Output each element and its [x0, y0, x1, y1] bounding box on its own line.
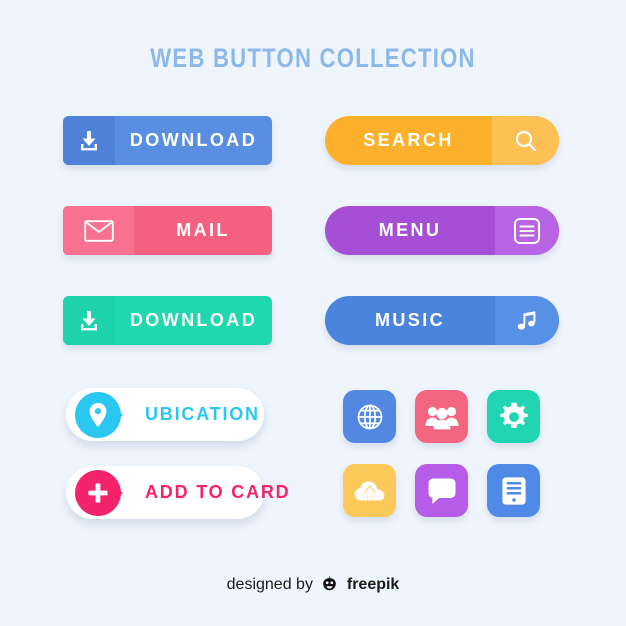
- footer-credit: designed by freepik: [0, 575, 626, 594]
- music-button[interactable]: MUSIC: [325, 296, 559, 345]
- globe-icon: [355, 402, 385, 432]
- envelope-icon-panel: [63, 206, 134, 255]
- download-green-label: DOWNLOAD: [129, 310, 258, 330]
- search-label: SEARCH: [363, 130, 454, 150]
- location-pin-icon: [88, 402, 108, 428]
- add-to-card-button[interactable]: ADD TO CARD: [66, 466, 289, 519]
- music-note-icon: [515, 309, 539, 333]
- users-tile[interactable]: [415, 390, 468, 443]
- music-icon-panel: [495, 296, 559, 345]
- gear-icon: [499, 402, 529, 432]
- add-badge: [75, 469, 123, 516]
- download-icon-panel-green: [63, 296, 115, 345]
- gear-tile[interactable]: [487, 390, 540, 443]
- cloud-upload-tile[interactable]: [343, 464, 396, 517]
- globe-tile[interactable]: [343, 390, 396, 443]
- users-group-icon: [425, 404, 459, 430]
- freepik-robot-icon: [321, 575, 338, 592]
- menu-icon-panel: [495, 206, 559, 255]
- location-badge: [75, 391, 123, 438]
- music-label: MUSIC: [375, 310, 445, 330]
- menu-label: MENU: [378, 220, 442, 240]
- chat-tile[interactable]: [415, 464, 468, 517]
- button-collection-page: WEB BUTTON COLLECTION DOWNLOAD SEARCH MA…: [0, 0, 626, 626]
- menu-button[interactable]: MENU: [325, 206, 559, 255]
- download-green-button[interactable]: DOWNLOAD: [63, 296, 272, 345]
- download-icon-panel: [63, 116, 115, 165]
- search-icon-panel: [492, 116, 559, 165]
- mail-label: MAIL: [176, 220, 230, 240]
- download-blue-button[interactable]: DOWNLOAD: [63, 116, 272, 165]
- plus-icon: [86, 481, 110, 505]
- server-icon: [501, 476, 527, 506]
- add-to-card-label: ADD TO CARD: [145, 482, 291, 502]
- ubication-label: UBICATION: [145, 404, 260, 424]
- freepik-brand-label: freepik: [346, 576, 400, 593]
- ubication-button[interactable]: UBICATION: [66, 388, 264, 441]
- server-tile[interactable]: [487, 464, 540, 517]
- chat-bubble-icon: [427, 477, 457, 505]
- designed-by-label: designed by: [226, 576, 313, 593]
- cloud-upload-icon: [354, 479, 386, 503]
- envelope-icon: [83, 219, 114, 242]
- download-blue-label: DOWNLOAD: [129, 130, 258, 150]
- search-button[interactable]: SEARCH: [325, 116, 559, 165]
- mail-button[interactable]: MAIL: [63, 206, 272, 255]
- hamburger-menu-icon: [513, 217, 541, 245]
- download-icon: [77, 129, 101, 153]
- page-title: WEB BUTTON COLLECTION: [150, 43, 476, 73]
- download-icon: [77, 309, 101, 333]
- search-icon: [513, 128, 539, 154]
